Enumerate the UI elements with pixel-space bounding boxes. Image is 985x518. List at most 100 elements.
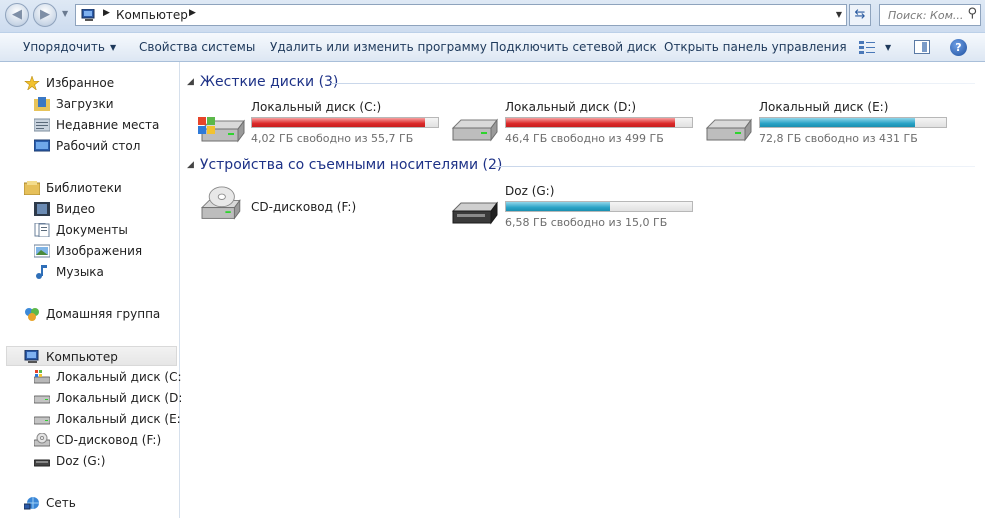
collapse-triangle-icon[interactable]: ◢ (187, 160, 194, 170)
computer-icon (81, 9, 95, 21)
libraries-icon (24, 181, 40, 195)
refresh-button[interactable]: ⇆ (849, 4, 871, 26)
navigation-pane: Избранное Загрузки Недавние места Рабочи… (0, 62, 187, 518)
windows-drive-icon (34, 370, 50, 384)
sidebar-item-images[interactable]: Изображения (34, 241, 142, 261)
images-icon (34, 244, 50, 258)
view-options-dropdown[interactable]: ▼ (885, 43, 891, 52)
forward-button[interactable]: ▶ (33, 3, 57, 27)
sidebar-item-label: Изображения (56, 244, 143, 258)
drive-name: Doz (G:) (505, 184, 555, 198)
drive-usage-fill (506, 118, 675, 127)
open-control-panel-button[interactable]: Открыть панель управления (664, 40, 847, 54)
breadcrumb-computer[interactable]: Компьютер (116, 8, 188, 22)
sidebar-item-computer[interactable]: Компьютер (6, 346, 177, 366)
sidebar-item-drive-e[interactable]: Локальный диск (E:) (34, 409, 185, 429)
sidebar-item-label: Домашняя группа (46, 307, 161, 321)
chevron-down-icon: ▼ (109, 43, 117, 52)
sidebar-item-label: Библиотеки (46, 181, 122, 195)
drive-name: Локальный диск (C:) (251, 100, 382, 114)
sidebar-item-label: Doz (G:) (56, 454, 106, 468)
music-note-icon (36, 265, 47, 279)
change-view-icon[interactable] (859, 40, 875, 54)
removable-drive-icon (451, 201, 498, 225)
uninstall-program-button[interactable]: Удалить или изменить программу (270, 40, 487, 54)
refresh-icon: ⇆ (854, 7, 866, 22)
hard-drive-icon (34, 416, 50, 425)
drive-usage-fill (252, 118, 425, 127)
sidebar-item-homegroup[interactable]: Домашняя группа (24, 304, 160, 324)
drive-usage-bar (251, 117, 439, 128)
sidebar-item-drive-c[interactable]: Локальный диск (C:) (34, 367, 186, 387)
command-bar: Упорядочить ▼ Свойства системы Удалить ил… (0, 32, 985, 62)
sidebar-item-label: Локальный диск (C:) (56, 370, 187, 384)
file-view: ◢ Жесткие диски (3) Локальный диск (C:) 4… (181, 62, 985, 518)
drive-usage-bar (505, 117, 693, 128)
sidebar-item-label: Рабочий стол (56, 139, 141, 153)
cd-drive-icon (34, 433, 50, 447)
arrow-left-icon: ◀ (12, 7, 22, 22)
sidebar-item-label: Избранное (46, 76, 115, 90)
system-properties-button[interactable]: Свойства системы (139, 40, 255, 54)
search-placeholder: Поиск: Ком... (888, 9, 964, 22)
hard-drive-icon (34, 395, 50, 404)
sidebar-item-libraries[interactable]: Библиотеки (24, 178, 122, 198)
drive-usage-bar (505, 201, 693, 212)
help-icon[interactable]: ? (950, 39, 967, 56)
back-button[interactable]: ◀ (5, 3, 29, 27)
sidebar-item-video[interactable]: Видео (34, 199, 95, 219)
group-header-removable[interactable]: ◢ Устройства со съемными носителями (2) (187, 157, 502, 173)
sidebar-item-recent[interactable]: Недавние места (34, 115, 159, 135)
sidebar-item-label: Видео (56, 202, 96, 216)
desktop-icon (34, 139, 50, 152)
recent-places-icon (34, 118, 50, 132)
recent-pages-dropdown[interactable]: ▼ (62, 9, 68, 18)
breadcrumb-separator[interactable]: ▶ (103, 8, 110, 18)
windows-drive-icon (198, 117, 245, 143)
organize-label: Упорядочить (23, 40, 105, 54)
arrow-right-icon: ▶ (40, 7, 50, 22)
documents-icon (34, 223, 50, 237)
star-icon (24, 76, 40, 90)
map-network-drive-button[interactable]: Подключить сетевой диск (490, 40, 657, 54)
sidebar-item-label: Загрузки (56, 97, 114, 111)
network-icon (24, 497, 39, 510)
organize-button[interactable]: Упорядочить ▼ (23, 40, 116, 54)
sidebar-item-label: Локальный диск (D:) (56, 391, 188, 405)
sidebar-item-network[interactable]: Сеть (24, 493, 76, 513)
address-field[interactable]: ▶ Компьютер ▶ ▼ (75, 4, 847, 26)
group-divider (493, 166, 975, 167)
sidebar-item-label: Недавние места (56, 118, 160, 132)
hard-drive-icon (705, 118, 752, 142)
sidebar-item-music[interactable]: Музыка (34, 262, 104, 282)
search-icon[interactable]: ⚲ (967, 6, 977, 21)
sidebar-item-drive-g[interactable]: Doz (G:) (34, 451, 105, 471)
drive-name: CD-дисковод (F:) (251, 200, 357, 214)
address-history-dropdown[interactable]: ▼ (836, 10, 842, 19)
group-divider (331, 83, 975, 84)
sidebar-item-desktop[interactable]: Рабочий стол (34, 136, 140, 156)
breadcrumb-separator[interactable]: ▶ (189, 8, 196, 18)
sidebar-item-favorites[interactable]: Избранное (24, 73, 114, 93)
sidebar-item-documents[interactable]: Документы (34, 220, 128, 240)
preview-pane-icon[interactable] (914, 40, 930, 54)
removable-drive-icon (34, 459, 50, 467)
drive-free-space: 46,4 ГБ свободно из 499 ГБ (505, 132, 664, 145)
sidebar-item-drive-f[interactable]: CD-дисковод (F:) (34, 430, 161, 450)
downloads-folder-icon (34, 97, 50, 111)
computer-icon (24, 350, 39, 363)
search-input[interactable]: Поиск: Ком... ⚲ (879, 4, 981, 26)
sidebar-item-label: Музыка (56, 265, 104, 279)
sidebar-item-downloads[interactable]: Загрузки (34, 94, 114, 114)
cd-drive-icon (200, 186, 241, 220)
drive-usage-bar (759, 117, 947, 128)
drive-free-space: 6,58 ГБ свободно из 15,0 ГБ (505, 216, 668, 229)
sidebar-item-drive-d[interactable]: Локальный диск (D:) (34, 388, 187, 408)
drive-usage-fill (760, 118, 915, 127)
drive-usage-fill (506, 202, 611, 211)
video-icon (34, 202, 50, 216)
collapse-triangle-icon[interactable]: ◢ (187, 77, 194, 87)
sidebar-item-label: Компьютер (46, 350, 118, 364)
group-header-hard-disks[interactable]: ◢ Жесткие диски (3) (187, 74, 338, 90)
drive-name: Локальный диск (E:) (759, 100, 889, 114)
